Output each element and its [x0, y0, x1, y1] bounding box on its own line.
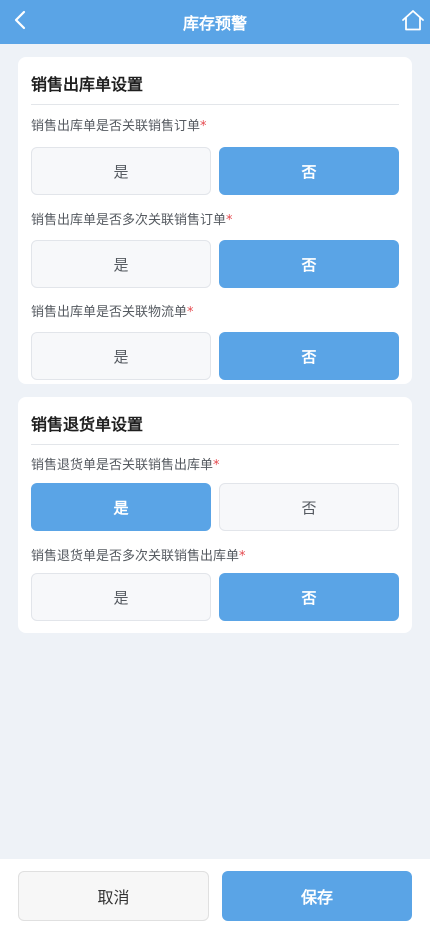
chevron-left-icon — [14, 10, 26, 30]
question-label: 销售退货单是否多次关联销售出库单* — [31, 547, 399, 567]
section-title: 销售退货单设置 — [31, 397, 399, 445]
back-button[interactable] — [8, 6, 32, 34]
question-text: 销售退货单是否关联销售出库单 — [31, 458, 214, 473]
option-no[interactable]: 否 — [219, 573, 399, 621]
option-yes[interactable]: 是 — [31, 483, 211, 531]
option-group: 是 否 — [31, 240, 399, 288]
option-no[interactable]: 否 — [219, 332, 399, 380]
option-group: 是 否 — [31, 483, 399, 531]
option-no[interactable]: 否 — [219, 240, 399, 288]
required-mark: * — [213, 458, 220, 473]
option-group: 是 否 — [31, 147, 399, 195]
option-yes[interactable]: 是 — [31, 332, 211, 380]
option-yes[interactable]: 是 — [31, 147, 211, 195]
option-no[interactable]: 否 — [219, 147, 399, 195]
option-yes[interactable]: 是 — [31, 240, 211, 288]
save-button[interactable]: 保存 — [222, 871, 412, 921]
question-label: 销售出库单是否关联销售订单* — [31, 117, 399, 137]
required-mark: * — [226, 213, 233, 228]
sales-outbound-settings-card: 销售出库单设置 销售出库单是否关联销售订单* 是 否 销售出库单是否多次关联销售… — [18, 57, 412, 384]
home-button[interactable] — [400, 6, 426, 34]
question-text: 销售退货单是否多次关联销售出库单 — [31, 549, 240, 564]
question-label: 销售退货单是否关联销售出库单* — [31, 456, 399, 476]
question-label: 销售出库单是否关联物流单* — [31, 303, 399, 323]
home-icon — [402, 10, 424, 31]
question-text: 销售出库单是否多次关联销售订单 — [31, 213, 227, 228]
app-header: 库存预警 — [0, 0, 430, 44]
question-label: 销售出库单是否多次关联销售订单* — [31, 211, 399, 231]
option-yes[interactable]: 是 — [31, 573, 211, 621]
option-group: 是 否 — [31, 573, 399, 621]
page-title: 库存预警 — [182, 14, 247, 33]
option-no[interactable]: 否 — [219, 483, 399, 531]
required-mark: * — [187, 305, 194, 320]
section-title: 销售出库单设置 — [31, 57, 399, 105]
cancel-button[interactable]: 取消 — [18, 871, 209, 921]
required-mark: * — [200, 119, 207, 134]
option-group: 是 否 — [31, 332, 399, 380]
question-text: 销售出库单是否关联销售订单 — [31, 119, 201, 134]
question-text: 销售出库单是否关联物流单 — [31, 305, 188, 320]
footer-bar: 取消 保存 — [0, 859, 430, 932]
sales-return-settings-card: 销售退货单设置 销售退货单是否关联销售出库单* 是 否 销售退货单是否多次关联销… — [18, 397, 412, 633]
required-mark: * — [239, 549, 246, 564]
